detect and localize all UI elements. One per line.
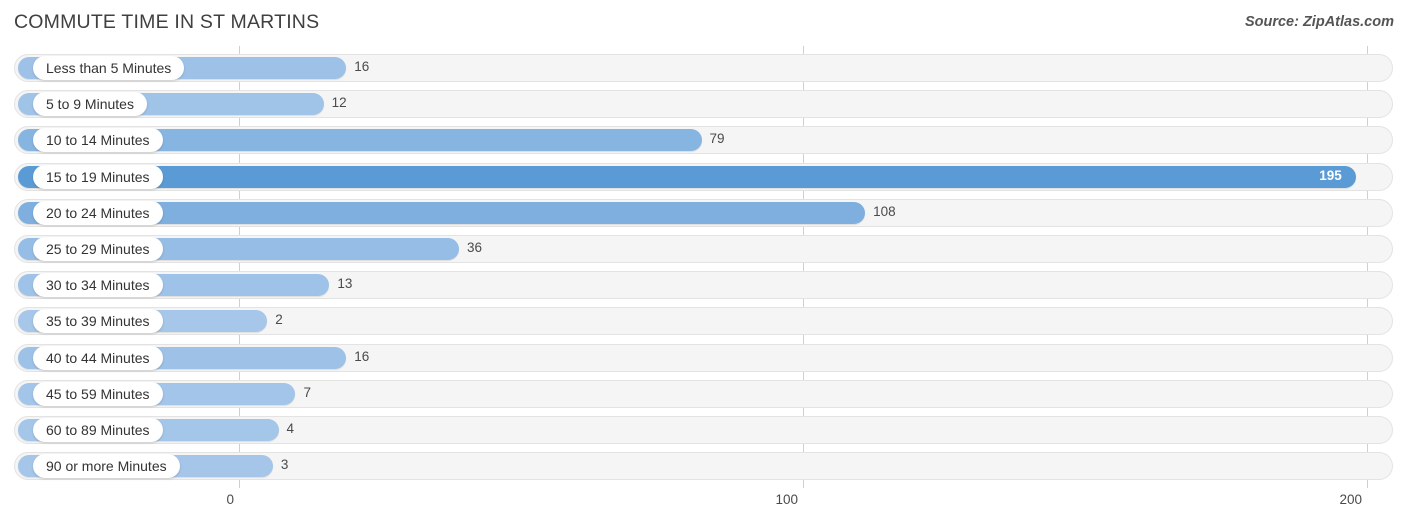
category-label: 40 to 44 Minutes: [46, 349, 150, 366]
value-label: 16: [354, 59, 370, 74]
value-label: 16: [354, 348, 370, 364]
bar-row[interactable]: 30 to 34 Minutes 13: [14, 271, 1393, 300]
category-label-pill: 20 to 24 Minutes: [33, 200, 163, 225]
bar-row[interactable]: 20 to 24 Minutes 108: [14, 198, 1393, 227]
x-axis: 0 100 200: [0, 488, 1406, 523]
category-label-pill: 25 to 29 Minutes: [33, 237, 163, 261]
source-attribution: Source: ZipAtlas.com: [1244, 14, 1394, 30]
plot-area: Less than 5 Minutes 16 5 to 9 Minutes 12 10 …: [0, 46, 1406, 488]
bar-row[interactable]: 25 to 29 Minutes 36: [14, 235, 1393, 263]
category-label: 35 to 39 Minutes: [46, 313, 150, 330]
value-label: 12: [331, 95, 347, 111]
page-title: COMMUTE TIME IN ST MARTINS: [14, 11, 320, 33]
category-label: Less than 5 Minutes: [46, 60, 172, 76]
value-label: 13: [337, 276, 353, 292]
bar-row[interactable]: 10 to 14 Minutes 79: [14, 126, 1393, 155]
bar-row[interactable]: 60 to 89 Minutes 4: [14, 416, 1393, 444]
value-label: 108: [873, 203, 896, 219]
value-label: 4: [286, 421, 295, 436]
value-label: 2: [275, 312, 283, 328]
x-tick-label: 100: [775, 492, 798, 507]
category-label-pill: 40 to 44 Minutes: [33, 345, 163, 370]
category-label: 60 to 89 Minutes: [46, 422, 150, 438]
bar-row[interactable]: Less than 5 Minutes 16: [14, 54, 1393, 82]
category-label-pill: Less than 5 Minutes: [33, 56, 185, 80]
x-tick-label: 0: [226, 492, 234, 507]
category-label: 20 to 24 Minutes: [46, 204, 150, 221]
category-label: 5 to 9 Minutes: [46, 96, 134, 113]
category-label: 10 to 14 Minutes: [46, 132, 150, 149]
category-label: 45 to 59 Minutes: [46, 385, 150, 402]
category-label: 25 to 29 Minutes: [46, 241, 150, 257]
bar-row[interactable]: 5 to 9 Minutes 12: [14, 90, 1393, 119]
value-label: 195: [1319, 167, 1342, 183]
category-label-pill: 45 to 59 Minutes: [33, 381, 163, 406]
category-label-pill: 5 to 9 Minutes: [33, 92, 147, 117]
category-label-pill: 30 to 34 Minutes: [33, 273, 163, 298]
value-label: 79: [709, 131, 725, 147]
bar-row[interactable]: 90 or more Minutes 3: [14, 452, 1393, 481]
bar-row[interactable]: 15 to 19 Minutes 195: [14, 162, 1393, 191]
category-label-pill: 10 to 14 Minutes: [33, 128, 163, 153]
bar-row[interactable]: 35 to 39 Minutes 2: [14, 307, 1393, 336]
value-label: 3: [280, 457, 289, 473]
category-label: 15 to 19 Minutes: [46, 168, 150, 185]
chart-header: COMMUTE TIME IN ST MARTINS Source: ZipAt…: [0, 0, 1406, 46]
bar-rows: Less than 5 Minutes 16 5 to 9 Minutes 12 10 …: [0, 46, 1406, 488]
bar-row[interactable]: 45 to 59 Minutes 7: [14, 379, 1393, 408]
category-label-pill: 90 or more Minutes: [33, 454, 180, 479]
category-label-pill: 35 to 39 Minutes: [33, 309, 163, 334]
value-label: 7: [303, 384, 311, 400]
chart-container: COMMUTE TIME IN ST MARTINS Source: ZipAt…: [0, 0, 1406, 523]
category-label: 30 to 34 Minutes: [46, 277, 150, 294]
bar-row[interactable]: 40 to 44 Minutes 16: [14, 343, 1393, 372]
value-bar[interactable]: [18, 165, 1356, 188]
category-label-pill: 60 to 89 Minutes: [33, 418, 163, 442]
x-tick-label: 200: [1339, 492, 1362, 507]
category-label: 90 or more Minutes: [46, 458, 167, 475]
category-label-pill: 15 to 19 Minutes: [33, 164, 163, 189]
value-label: 36: [467, 240, 483, 255]
